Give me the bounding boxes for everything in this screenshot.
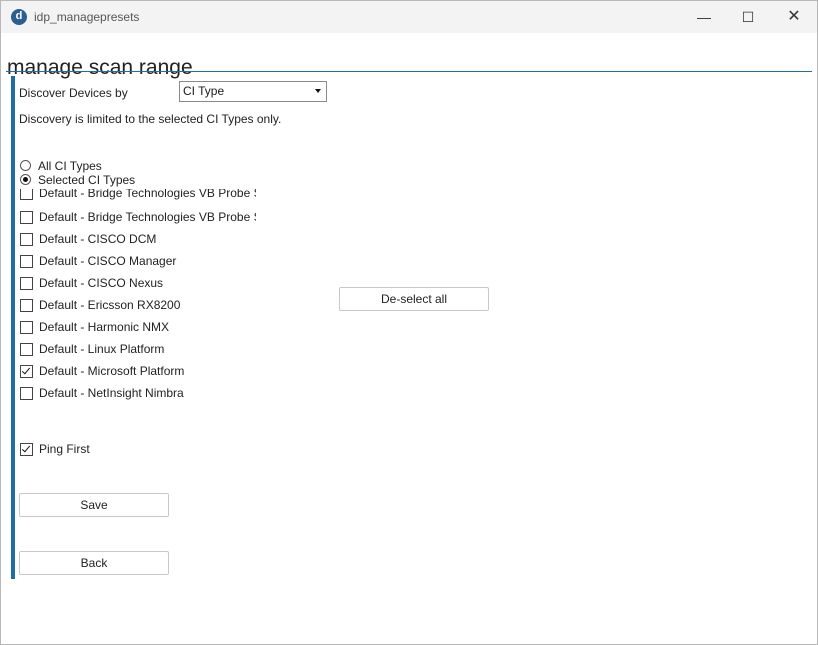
save-button[interactable]: Save: [19, 493, 169, 517]
title-bar: d idp_managepresets — ☐ ✕: [1, 1, 817, 33]
ping-first-label: Ping First: [39, 442, 90, 456]
ci-type-checkbox[interactable]: [20, 321, 33, 334]
ci-type-label: Default - Bridge Technologies VB Probe S: [39, 189, 256, 200]
ci-type-label: Default - Ericsson RX8200: [39, 298, 181, 312]
page-title: manage scan range: [7, 56, 193, 80]
ci-type-label: Default - CISCO Nexus: [39, 276, 164, 290]
minimize-button[interactable]: —: [681, 1, 727, 33]
ci-type-checkbox[interactable]: [20, 211, 33, 224]
ci-type-checkbox[interactable]: [20, 233, 33, 246]
ci-type-checkbox[interactable]: [20, 277, 33, 290]
ci-type-checkbox[interactable]: [20, 255, 33, 268]
discover-by-selected-value: CI Type: [183, 84, 225, 98]
app-window: d idp_managepresets — ☐ ✕ manage scan ra…: [0, 0, 818, 645]
discover-by-label: Discover Devices by: [19, 86, 128, 100]
ci-type-label: Default - Harmonic NMX: [39, 320, 170, 334]
title-divider: [6, 71, 812, 72]
ci-type-checkbox[interactable]: [20, 343, 33, 356]
radio-all-ci-types[interactable]: [20, 160, 31, 171]
discover-by-select[interactable]: CI Type: [179, 81, 327, 102]
app-logo-icon: d: [11, 9, 27, 25]
ci-type-label: Default - NetInsight Nimbra: [39, 386, 184, 400]
radio-all-ci-types-label: All CI Types: [38, 159, 102, 173]
close-button[interactable]: ✕: [771, 1, 817, 33]
ci-type-checkbox[interactable]: [20, 189, 33, 200]
ci-type-label: Default - Linux Platform: [39, 342, 165, 356]
ci-type-checkbox[interactable]: [20, 365, 33, 378]
ci-type-label: Default - CISCO Manager: [39, 254, 177, 268]
deselect-all-button[interactable]: De-select all: [339, 287, 489, 311]
window-title: idp_managepresets: [34, 10, 140, 24]
ci-type-label: Default - Bridge Technologies VB Probe S: [39, 210, 256, 224]
ci-type-checkbox[interactable]: [20, 299, 33, 312]
ci-type-label: Default - Microsoft Platform: [39, 364, 185, 378]
ping-first-checkbox[interactable]: [20, 443, 33, 456]
ci-type-checklist[interactable]: Default - Bridge Technologies VB Probe S…: [16, 189, 256, 405]
chevron-down-icon: [315, 89, 321, 93]
radio-selected-ci-types-label: Selected CI Types: [38, 173, 136, 187]
back-button[interactable]: Back: [19, 551, 169, 575]
discovery-info-text: Discovery is limited to the selected CI …: [19, 112, 282, 126]
section-accent-bar: [11, 76, 15, 579]
radio-selected-ci-types[interactable]: [20, 174, 31, 185]
ci-type-label: Default - CISCO DCM: [39, 232, 157, 246]
ci-type-checkbox[interactable]: [20, 387, 33, 400]
maximize-button[interactable]: ☐: [725, 1, 771, 33]
